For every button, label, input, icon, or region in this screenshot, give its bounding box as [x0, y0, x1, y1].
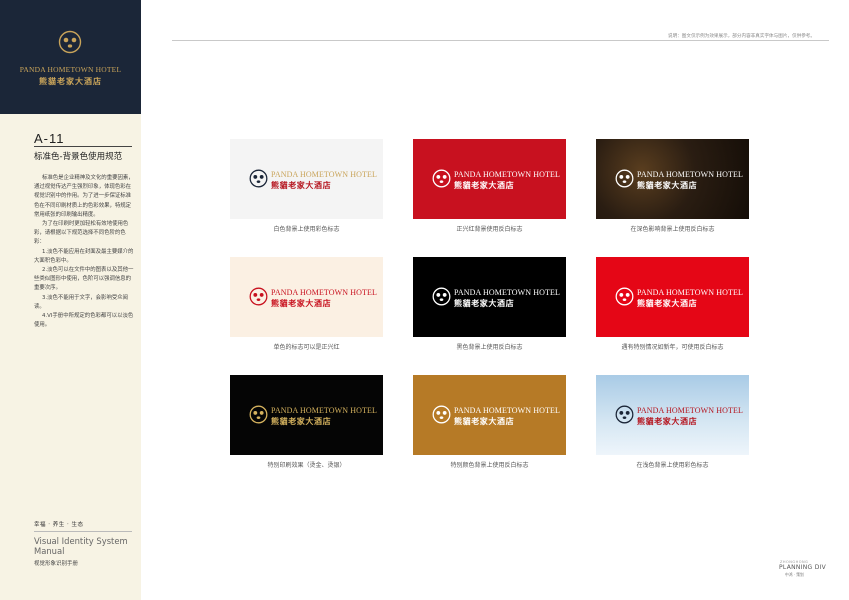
logo-text-en: PANDA HOMETOWN HOTEL [637, 170, 743, 179]
tagline: 幸福 · 养生 · 生态 [34, 522, 84, 528]
panda-logo-icon [615, 169, 634, 188]
header-divider [172, 40, 829, 41]
body-text: 标准色是企业精神及文化的重要因素，通过视觉传达产生强烈印象，体现色彩在视觉识别中… [34, 174, 134, 330]
panda-logo-icon [249, 287, 268, 306]
paragraph: 4.VI手册中所规定的色彩都可以以淡色使用。 [34, 313, 134, 329]
footer-company-cn: 中鸿 · 策划 [785, 572, 804, 577]
paragraph: 为了在印刷时更加轻松有效地使用色彩，请根据以下规范选择不同色阶的色彩： [34, 221, 129, 246]
logo-card-caption: 单色的标志可以是正兴红 [273, 344, 340, 351]
logo-card: PANDA HOMETOWN HOTEL 熊貓老家大酒店 [230, 139, 383, 219]
divider [34, 146, 132, 147]
manual-title-en: Visual Identity System Manual [34, 536, 128, 556]
logo-card: PANDA HOMETOWN HOTEL 熊貓老家大酒店 [413, 257, 566, 337]
paragraph: 1.淡色不能应用在封面及最主要媒介的大面积色彩中。 [34, 248, 134, 264]
logo-text-en: PANDA HOMETOWN HOTEL [454, 170, 560, 179]
panda-logo-icon [249, 169, 268, 188]
logo-card-caption: 特别颜色背景上使用反白标志 [450, 462, 529, 469]
footer-division: PLANNING DIV [779, 564, 827, 571]
logo-text-en: PANDA HOMETOWN HOTEL [637, 288, 743, 297]
divider [34, 531, 132, 532]
paragraph: 标准色是企业精神及文化的重要因素，通过视觉传达产生强烈印象，体现色彩在视觉识别中… [34, 175, 134, 218]
panda-logo-icon [249, 405, 268, 424]
logo-card-caption: 特别印刷效果（烫金、烫银） [267, 462, 346, 469]
logo-card-caption: 黑色背景上使用反白标志 [456, 344, 523, 351]
logo-card: PANDA HOMETOWN HOTEL 熊貓老家大酒店 [230, 375, 383, 455]
brand-block: PANDA HOMETOWN HOTEL 熊貓老家大酒店 [0, 0, 141, 114]
manual-title-cn: 视觉形象识别手册 [34, 561, 79, 567]
logo-text-en: PANDA HOMETOWN HOTEL [637, 406, 743, 415]
logo-text-cn: 熊貓老家大酒店 [637, 180, 698, 190]
logo-text-cn: 熊貓老家大酒店 [271, 180, 332, 190]
panda-logo-icon [615, 287, 634, 306]
logo-text-en: PANDA HOMETOWN HOTEL [454, 406, 560, 415]
logo-text-en: PANDA HOMETOWN HOTEL [454, 288, 560, 297]
logo-text-cn: 熊貓老家大酒店 [637, 416, 698, 426]
logo-text-cn: 熊貓老家大酒店 [454, 298, 515, 308]
paragraph: 3.淡色不能用于文字，会影响受众阅读。 [34, 294, 129, 310]
logo-text-cn: 熊貓老家大酒店 [454, 416, 515, 426]
panda-logo-icon [58, 30, 82, 54]
header-note: 说明：图文仅示例为效果展示，部分内容非真实字体与图片，仅供参考。 [667, 34, 815, 39]
logo-card: PANDA HOMETOWN HOTEL 熊貓老家大酒店 [596, 257, 749, 337]
panda-logo-icon [432, 287, 451, 306]
panda-logo-icon [432, 405, 451, 424]
logo-card-caption: 在深色影响背景上使用反白标志 [630, 226, 715, 233]
panda-logo-icon [432, 169, 451, 188]
logo-card-caption: 正兴红背景使用反白标志 [456, 226, 523, 233]
logo-card: PANDA HOMETOWN HOTEL 熊貓老家大酒店 [413, 375, 566, 455]
logo-text-cn: 熊貓老家大酒店 [271, 416, 332, 426]
logo-card: PANDA HOMETOWN HOTEL 熊貓老家大酒店 [596, 139, 749, 219]
logo-text-en: PANDA HOMETOWN HOTEL [271, 170, 377, 179]
logo-card-caption: 白色背景上使用彩色标志 [273, 226, 340, 233]
paragraph: 2.淡色可以在文件中的图表以及其他一些类似图形中使用，色阶可以强调信息的重要次序… [34, 267, 134, 292]
logo-text-en: PANDA HOMETOWN HOTEL [271, 406, 377, 415]
brand-name-cn: 熊貓老家大酒店 [39, 76, 102, 86]
logo-card: PANDA HOMETOWN HOTEL 熊貓老家大酒店 [596, 375, 749, 455]
panda-logo-icon [615, 405, 634, 424]
logo-text-cn: 熊貓老家大酒店 [454, 180, 515, 190]
logo-text-en: PANDA HOMETOWN HOTEL [271, 288, 377, 297]
page-code: A-11 [34, 131, 65, 146]
logo-card-caption: 在浅色背景上使用彩色标志 [636, 462, 709, 469]
sidebar: PANDA HOMETOWN HOTEL 熊貓老家大酒店 A-11 标准色-背景… [0, 0, 141, 600]
logo-card: PANDA HOMETOWN HOTEL 熊貓老家大酒店 [413, 139, 566, 219]
logo-text-cn: 熊貓老家大酒店 [271, 298, 332, 308]
brand-name-en: PANDA HOMETOWN HOTEL [19, 65, 122, 74]
logo-card: PANDA HOMETOWN HOTEL 熊貓老家大酒店 [230, 257, 383, 337]
logo-card-caption: 遇有特别情况如新年，可使用反白标志 [621, 344, 724, 351]
logo-text-cn: 熊貓老家大酒店 [637, 298, 698, 308]
section-title: 标准色-背景色使用规范 [34, 152, 123, 162]
